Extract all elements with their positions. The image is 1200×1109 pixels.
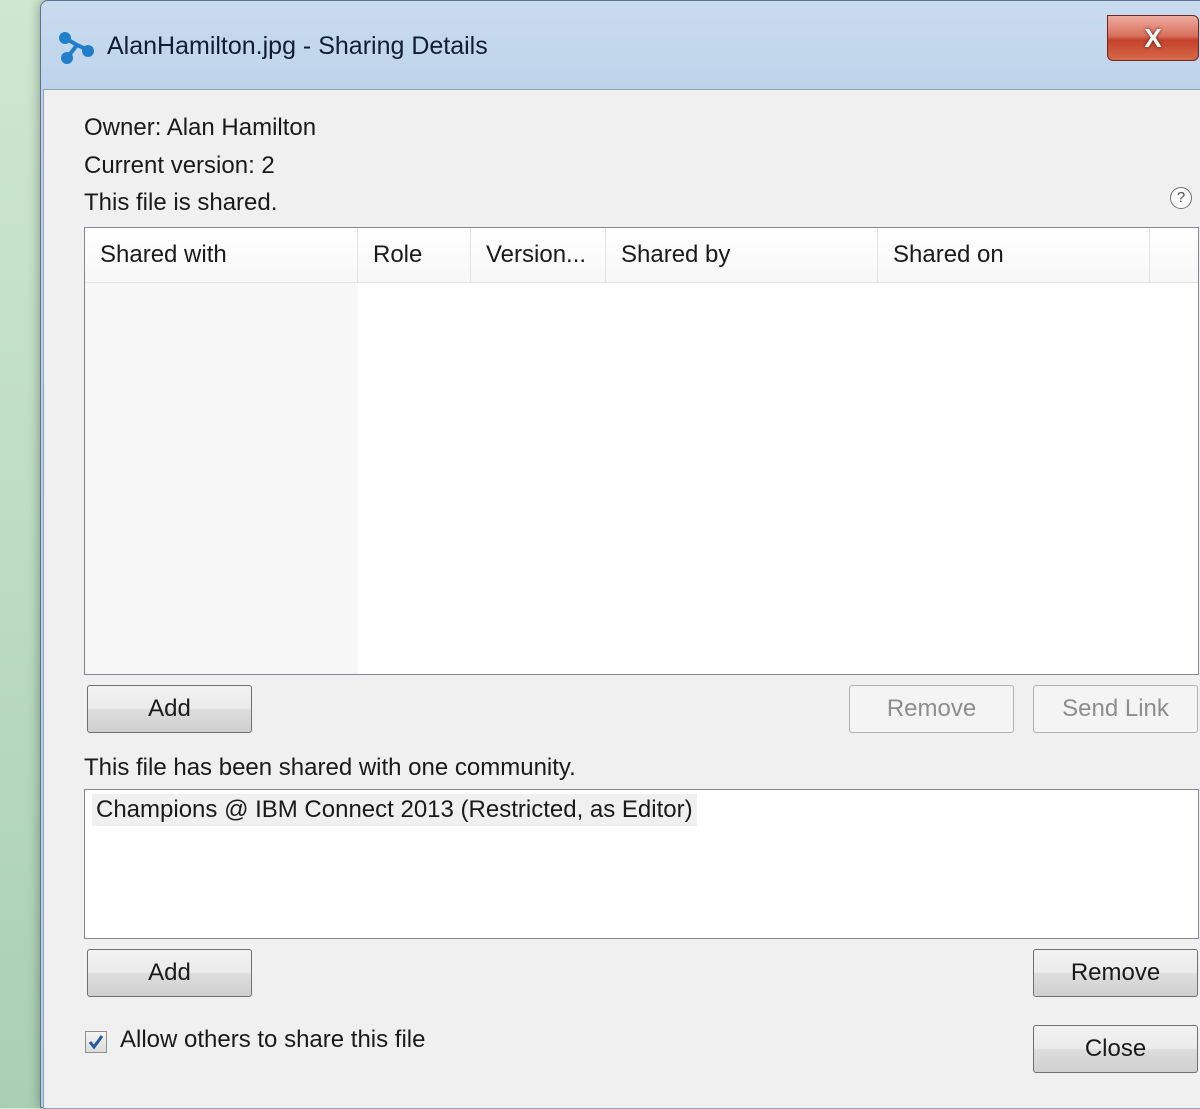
add-share-button[interactable]: Add [87, 685, 252, 733]
title-bar[interactable]: AlanHamilton.jpg - Sharing Details X [41, 1, 1200, 91]
shares-table-header: Shared with Role Version... Shared by Sh… [85, 228, 1198, 283]
column-header-shared-on[interactable]: Shared on [878, 228, 1150, 282]
shares-table[interactable]: Shared with Role Version... Shared by Sh… [84, 227, 1199, 675]
remove-share-button[interactable]: Remove [849, 685, 1014, 733]
add-community-button[interactable]: Add [87, 949, 252, 997]
current-version-label: Current version: 2 [84, 152, 275, 179]
share-app-icon [59, 32, 94, 64]
window-title: AlanHamilton.jpg - Sharing Details [107, 32, 488, 60]
column-header-filler [1150, 228, 1198, 282]
close-icon: X [1144, 22, 1162, 53]
community-list-item[interactable]: Champions @ IBM Connect 2013 (Restricted… [92, 794, 697, 826]
remove-community-button[interactable]: Remove [1033, 949, 1198, 997]
checkmark-icon [88, 1035, 104, 1050]
window-close-button[interactable]: X [1107, 15, 1199, 61]
allow-share-checkbox[interactable] [85, 1031, 107, 1053]
column-header-version[interactable]: Version... [471, 228, 606, 282]
sharing-details-dialog: AlanHamilton.jpg - Sharing Details X Own… [40, 0, 1200, 1109]
community-share-heading: This file has been shared with one commu… [84, 754, 576, 781]
send-link-button[interactable]: Send Link [1033, 685, 1198, 733]
help-icon[interactable]: ? [1170, 187, 1192, 209]
shared-status-label: This file is shared. [84, 189, 278, 216]
close-button[interactable]: Close [1033, 1025, 1198, 1073]
column-header-role[interactable]: Role [358, 228, 471, 282]
shared-with-column-area [85, 283, 358, 674]
column-header-shared-with[interactable]: Shared with [85, 228, 358, 282]
column-header-shared-by[interactable]: Shared by [606, 228, 878, 282]
allow-share-label[interactable]: Allow others to share this file [120, 1026, 425, 1054]
owner-label: Owner: Alan Hamilton [84, 114, 317, 141]
community-list[interactable]: Champions @ IBM Connect 2013 (Restricted… [84, 789, 1199, 939]
dialog-body: Owner: Alan Hamilton Current version: 2 … [43, 89, 1200, 1109]
